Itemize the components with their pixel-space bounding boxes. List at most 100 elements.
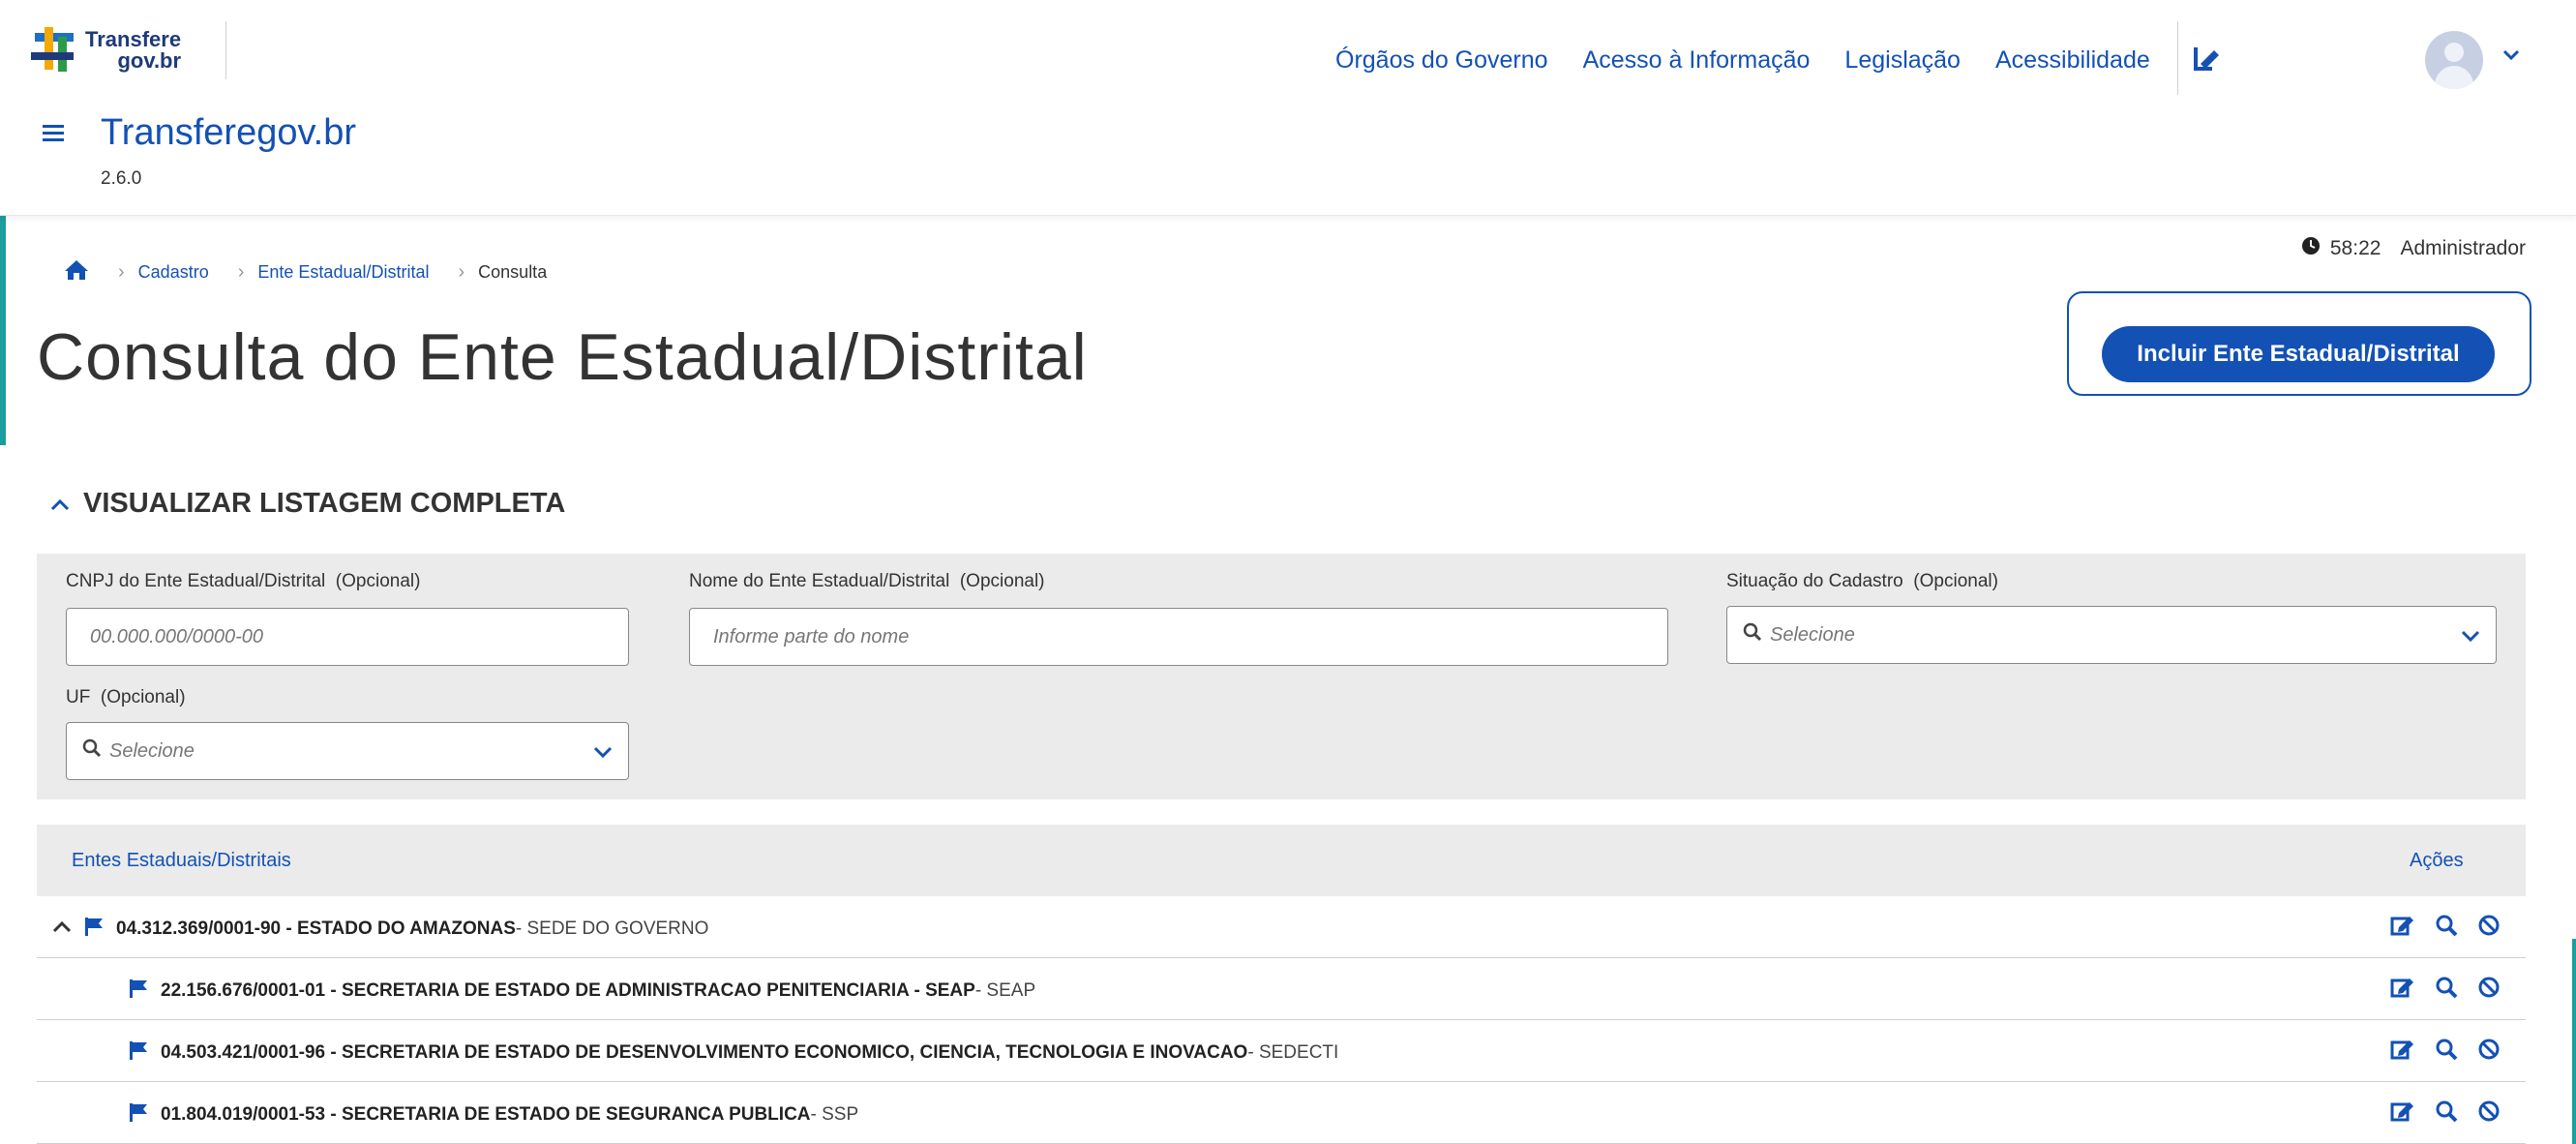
uf-placeholder: Selecione — [109, 739, 195, 762]
view-icon[interactable] — [2435, 976, 2458, 1004]
header-divider — [225, 21, 226, 79]
row-title: 01.804.019/0001-53 - SECRETARIA DE ESTAD… — [161, 1104, 811, 1125]
edit-icon[interactable] — [2390, 1099, 2415, 1128]
row-suffix: - SEAP — [974, 980, 1036, 1001]
block-icon[interactable] — [2477, 914, 2501, 942]
row-content: 22.156.676/0001-01 - SECRETARIA DE ESTAD… — [128, 978, 1035, 1005]
row-content: 04.503.421/0001-96 - SECRETARIA DE ESTAD… — [128, 1039, 1338, 1067]
chevron-up-icon — [50, 488, 70, 520]
row-suffix: - SEDECTI — [1247, 1042, 1339, 1063]
home-icon[interactable] — [64, 259, 89, 286]
situacao-optional: (Opcional) — [1913, 571, 1998, 591]
nav-legislacao[interactable]: Legislação — [1844, 46, 1961, 75]
chevron-down-icon — [593, 742, 613, 765]
cnpj-optional: (Opcional) — [335, 571, 421, 591]
breadcrumb: › Cadastro › Ente Estadual/Distrital › C… — [64, 259, 547, 286]
site-header: Transfere gov.br Órgãos do Governo Acess… — [0, 0, 2576, 216]
chevron-up-icon[interactable] — [52, 918, 72, 940]
row-actions — [2390, 1099, 2501, 1128]
chevron-down-icon — [2461, 626, 2480, 648]
nome-optional: (Opcional) — [959, 571, 1045, 591]
clock-icon — [2301, 236, 2321, 261]
cnpj-label: CNPJ do Ente Estadual/Distrital (Opciona… — [66, 571, 420, 592]
incluir-ente-button[interactable]: Incluir Ente Estadual/Distrital — [2102, 326, 2495, 382]
cnpj-label-text: CNPJ do Ente Estadual/Distrital — [66, 571, 326, 591]
transferegov-logo[interactable]: Transfere gov.br — [29, 23, 181, 77]
edit-icon[interactable] — [2390, 976, 2415, 1004]
view-icon[interactable] — [2435, 1038, 2458, 1066]
flag-icon — [128, 1039, 149, 1067]
signature-icon[interactable] — [2193, 45, 2222, 76]
block-icon[interactable] — [2477, 1099, 2501, 1128]
edit-icon[interactable] — [2390, 914, 2415, 942]
accent-edge-right — [2572, 939, 2576, 1144]
view-icon[interactable] — [2435, 1099, 2458, 1128]
nav-acesso-informacao[interactable]: Acesso à Informação — [1583, 46, 1811, 75]
page-title: Consulta do Ente Estadual/Distrital — [37, 320, 1088, 394]
situacao-label: Situação do Cadastro (Opcional) — [1726, 571, 1998, 592]
breadcrumb-ente[interactable]: Ente Estadual/Distrital — [257, 262, 429, 283]
row-actions — [2390, 976, 2501, 1004]
nome-input[interactable]: Informe parte do nome — [689, 608, 1668, 666]
logo-text: Transfere gov.br — [85, 29, 181, 72]
row-actions — [2390, 914, 2501, 942]
table-row: 04.503.421/0001-96 - SECRETARIA DE ESTAD… — [37, 1020, 2526, 1082]
chevron-down-icon[interactable] — [2502, 48, 2520, 66]
system-version: 2.6.0 — [101, 168, 142, 189]
search-icon — [1743, 622, 1762, 647]
filter-toggle[interactable]: VISUALIZAR LISTAGEM COMPLETA — [50, 488, 565, 520]
session-timer: 58:22 — [2329, 237, 2381, 259]
nome-label-text: Nome do Ente Estadual/Distrital — [689, 571, 950, 591]
uf-select[interactable]: Selecione — [66, 722, 629, 780]
block-icon[interactable] — [2477, 1038, 2501, 1066]
block-icon[interactable] — [2477, 976, 2501, 1004]
row-title: 22.156.676/0001-01 - SECRETARIA DE ESTAD… — [161, 980, 975, 1001]
row-content: 01.804.019/0001-53 - SECRETARIA DE ESTAD… — [128, 1101, 858, 1129]
breadcrumb-separator: › — [118, 261, 125, 283]
logo-line2: gov.br — [117, 48, 182, 73]
filter-panel: CNPJ do Ente Estadual/Distrital (Opciona… — [37, 554, 2526, 799]
row-actions — [2390, 1038, 2501, 1066]
table-row: 22.156.676/0001-01 - SECRETARIA DE ESTAD… — [37, 958, 2526, 1020]
top-navigation: Órgãos do Governo Acesso à Informação Le… — [1335, 46, 2150, 75]
nav-divider — [2177, 21, 2178, 95]
flag-icon — [128, 978, 149, 1005]
nome-label: Nome do Ente Estadual/Distrital (Opciona… — [689, 571, 1045, 592]
breadcrumb-separator: › — [458, 261, 465, 283]
primary-button-focus-ring: Incluir Ente Estadual/Distrital — [2067, 291, 2531, 396]
edit-icon[interactable] — [2390, 1038, 2415, 1066]
logo-line1: Transfere — [85, 27, 182, 51]
avatar-icon[interactable] — [2425, 31, 2483, 89]
breadcrumb-separator: › — [237, 261, 245, 283]
uf-label: UF (Opcional) — [66, 687, 186, 708]
system-title[interactable]: Transferegov.br — [101, 112, 356, 154]
search-icon — [82, 738, 102, 764]
nav-orgaos-governo[interactable]: Órgãos do Governo — [1335, 46, 1548, 75]
breadcrumb-current: Consulta — [478, 262, 548, 282]
column-acoes: Ações — [2410, 850, 2464, 871]
row-suffix: - SEDE DO GOVERNO — [515, 918, 709, 939]
menu-icon[interactable] — [43, 124, 66, 148]
cnpj-input[interactable]: 00.000.000/0000-00 — [66, 608, 629, 666]
uf-label-text: UF — [66, 687, 91, 707]
logo-mark-icon — [29, 23, 79, 77]
flag-icon — [83, 916, 105, 943]
table-header: Entes Estaduais/Distritais Ações — [37, 825, 2526, 897]
row-content: 04.312.369/0001-90 - ESTADO DO AMAZONAS … — [52, 916, 708, 943]
filter-toggle-label: VISUALIZAR LISTAGEM COMPLETA — [83, 488, 566, 519]
flag-icon — [128, 1101, 149, 1129]
situacao-placeholder: Selecione — [1770, 623, 1855, 646]
column-entes: Entes Estaduais/Distritais — [72, 850, 291, 871]
row-title: 04.503.421/0001-96 - SECRETARIA DE ESTAD… — [161, 1042, 1248, 1063]
row-title: 04.312.369/0001-90 - ESTADO DO AMAZONAS — [116, 918, 516, 939]
table-row: 01.804.019/0001-53 - SECRETARIA DE ESTAD… — [37, 1082, 2526, 1144]
view-icon[interactable] — [2435, 914, 2458, 942]
table-row: 04.312.369/0001-90 - ESTADO DO AMAZONAS … — [37, 896, 2526, 958]
breadcrumb-cadastro[interactable]: Cadastro — [138, 262, 209, 283]
user-role: Administrador — [2400, 237, 2526, 259]
situacao-select[interactable]: Selecione — [1726, 606, 2497, 664]
row-suffix: - SSP — [810, 1104, 859, 1125]
uf-optional: (Opcional) — [100, 687, 186, 707]
nav-acessibilidade[interactable]: Acessibilidade — [1995, 46, 2150, 75]
situacao-label-text: Situação do Cadastro — [1726, 571, 1903, 591]
